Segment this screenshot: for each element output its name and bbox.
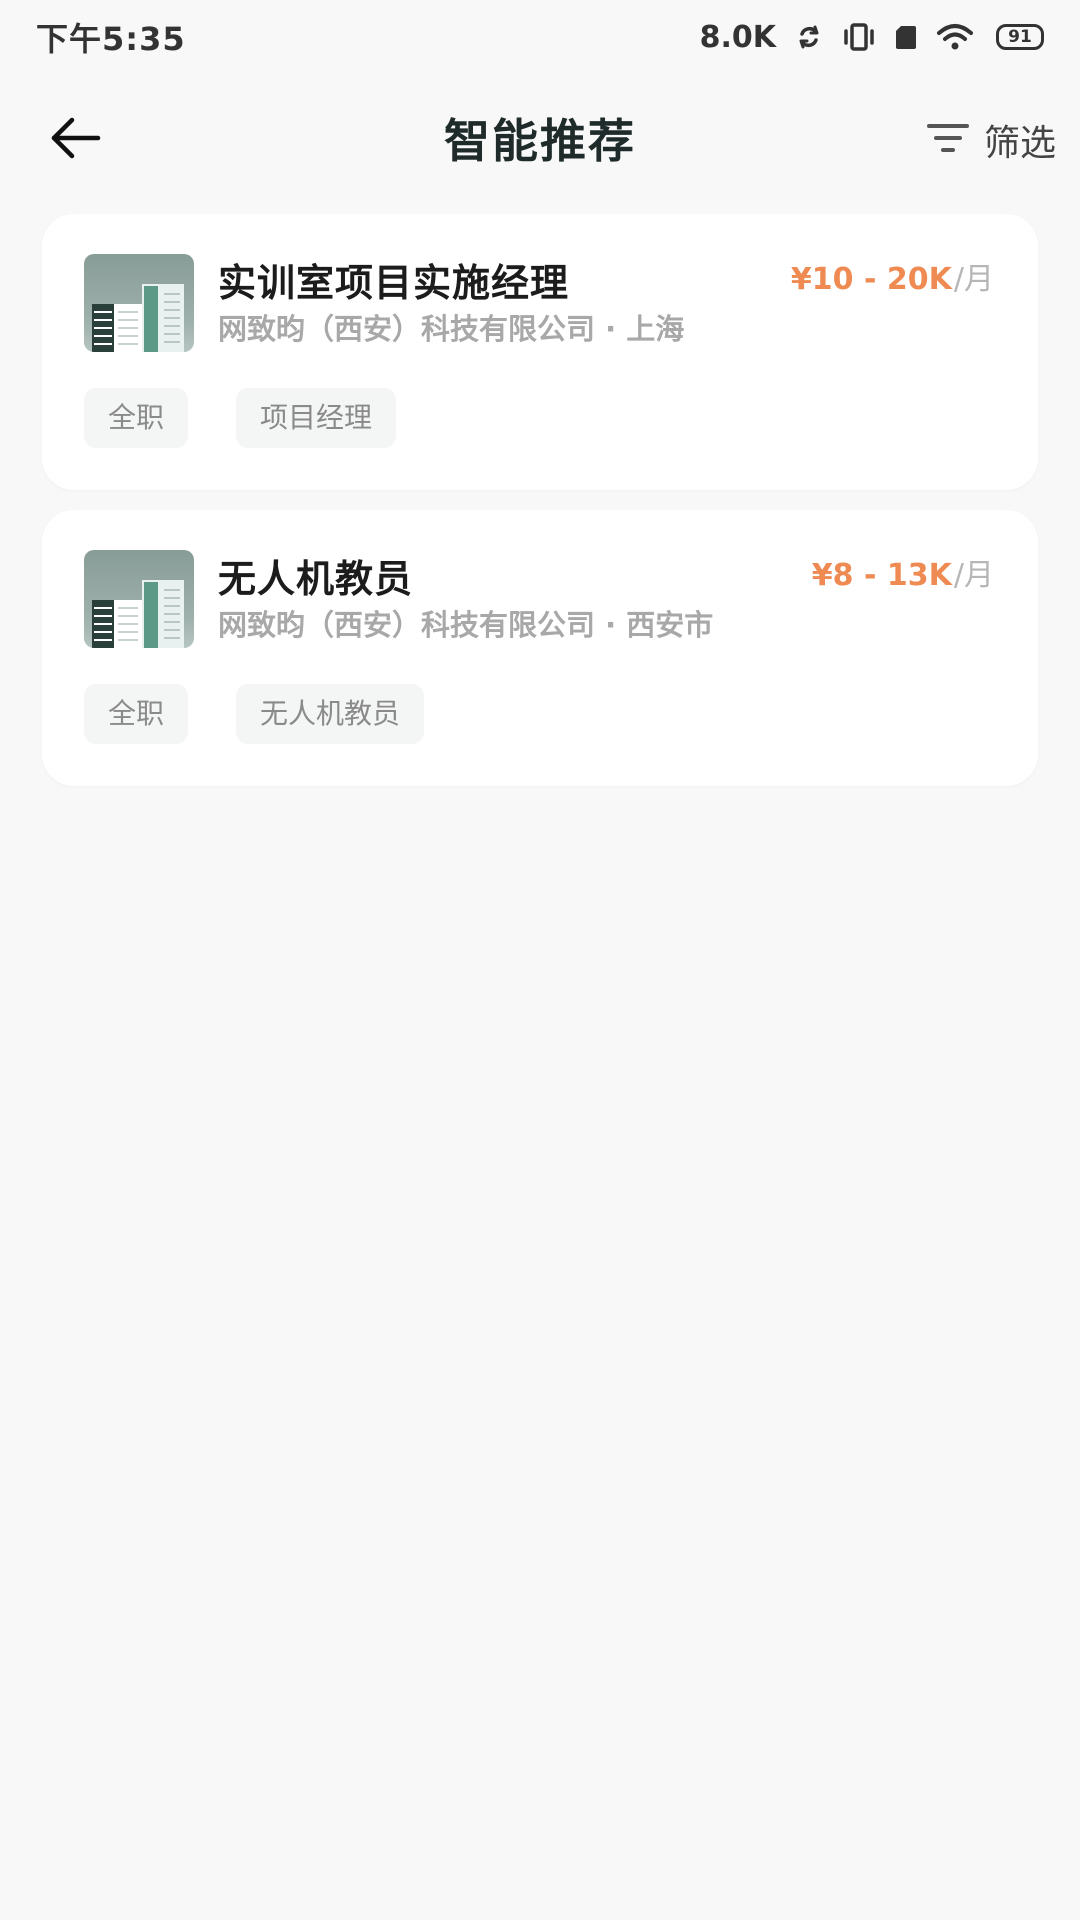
page-header: 智能推荐 筛选 [0,74,1080,202]
tag-position: 项目经理 [236,388,397,448]
tag-employment-type: 全职 [84,388,189,448]
back-button[interactable] [48,112,104,168]
filter-button[interactable]: 筛选 [926,112,1056,168]
salary-range: ¥10 - 20K [790,262,952,297]
arrow-left-icon [50,116,102,164]
filter-label: 筛选 [983,123,1056,164]
sync-icon [794,22,824,52]
job-card[interactable]: 实训室项目实施经理 网致昀（西安）科技有限公司 · 上海 ¥10 - 20K /… [42,214,1038,490]
job-title: 无人机教员 [218,557,414,601]
tag-position: 无人机教员 [236,684,425,744]
battery-icon: 91 [996,24,1044,50]
network-speed: 8.0K [699,19,776,55]
salary-unit: /月 [953,558,994,593]
salary: ¥8 - 13K /月 [812,550,994,594]
page-title: 智能推荐 [444,114,636,168]
salary: ¥10 - 20K /月 [791,254,994,298]
status-time: 下午5:35 [36,20,186,58]
company-location: 网致昀（西安）科技有限公司 · 上海 [218,312,685,346]
tag-employment-type: 全职 [84,684,189,744]
salary-range: ¥8 - 13K [811,558,952,593]
building-logo-icon [84,550,194,648]
job-tags: 全职 无人机教员 [84,684,425,744]
sim-icon [894,22,918,52]
building-logo-icon [84,254,194,352]
status-icons: 8.0K 91 [700,20,1044,55]
job-title: 实训室项目实施经理 [218,261,570,305]
salary-unit: /月 [953,262,994,297]
job-list: 实训室项目实施经理 网致昀（西安）科技有限公司 · 上海 ¥10 - 20K /… [42,214,1038,806]
status-bar: 下午5:35 8.0K 91 [0,0,1080,74]
wifi-icon [936,22,974,52]
job-tags: 全职 项目经理 [84,388,397,448]
company-location: 网致昀（西安）科技有限公司 · 西安市 [218,608,714,642]
job-card[interactable]: 无人机教员 网致昀（西安）科技有限公司 · 西安市 ¥8 - 13K /月 全职… [42,510,1038,786]
vibrate-icon [842,22,876,52]
filter-icon [926,120,970,160]
